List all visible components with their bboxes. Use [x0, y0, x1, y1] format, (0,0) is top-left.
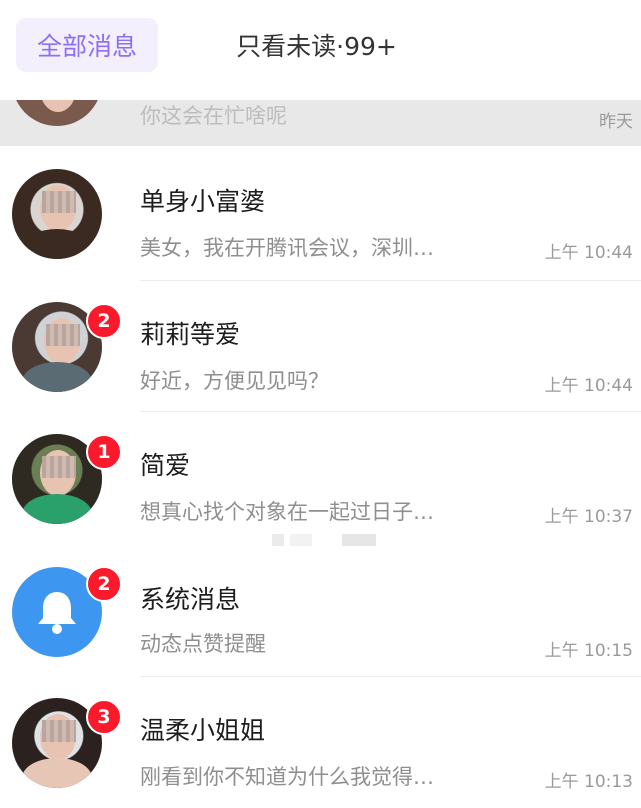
- message-time: 上午 10:37: [544, 507, 633, 527]
- contact-name: 莉莉等爱: [140, 320, 241, 349]
- message-filter-tabs: 全部消息 只看未读·99+: [0, 0, 641, 100]
- message-time: 上午 10:15: [544, 641, 633, 661]
- message-preview: 动态点赞提醒: [140, 632, 266, 656]
- conversation-row[interactable]: 2 莉莉等爱 好近，方便见见吗？ 上午 10:44: [0, 281, 641, 412]
- tab-all-messages[interactable]: 全部消息: [16, 18, 158, 72]
- contact-name: 系统消息: [140, 585, 241, 614]
- message-time: 上午 10:13: [544, 772, 633, 792]
- tab-unread-only[interactable]: 只看未读·99+: [214, 18, 419, 72]
- message-preview: 刚看到你不知道为什么我觉得…: [140, 765, 434, 789]
- pinned-preview: 你这会在忙啥呢: [140, 104, 287, 128]
- contact-name: 简爱: [140, 451, 191, 480]
- unread-badge: 3: [86, 699, 122, 735]
- avatar: [12, 169, 102, 259]
- unread-badge: 2: [86, 303, 122, 339]
- message-time: 上午 10:44: [544, 376, 633, 396]
- message-preview: 美女，我在开腾讯会议，深圳…: [140, 236, 434, 260]
- contact-name: 温柔小姐姐: [140, 716, 266, 745]
- conversation-row-system[interactable]: 2 系统消息 动态点赞提醒 上午 10:15: [0, 546, 641, 677]
- message-time: 上午 10:44: [544, 243, 633, 263]
- message-preview: 想真心找个对象在一起过日子…: [140, 500, 434, 524]
- unread-badge: 2: [86, 566, 122, 602]
- conversation-row[interactable]: 单身小富婆 美女，我在开腾讯会议，深圳… 上午 10:44: [0, 150, 641, 281]
- message-preview: 好近，方便见见吗？: [140, 369, 329, 393]
- contact-name: 单身小富婆: [140, 187, 266, 216]
- pinned-conversation[interactable]: 你这会在忙啥呢 昨天: [0, 100, 641, 146]
- bell-icon: [38, 592, 76, 634]
- pinned-time: 昨天: [599, 112, 633, 132]
- unread-badge: 1: [86, 434, 122, 470]
- avatar: [12, 100, 102, 126]
- conversation-row[interactable]: 3 温柔小姐姐 刚看到你不知道为什么我觉得… 上午 10:13: [0, 677, 641, 808]
- conversation-row[interactable]: 1 简爱 想真心找个对象在一起过日子… 上午 10:37: [0, 412, 641, 543]
